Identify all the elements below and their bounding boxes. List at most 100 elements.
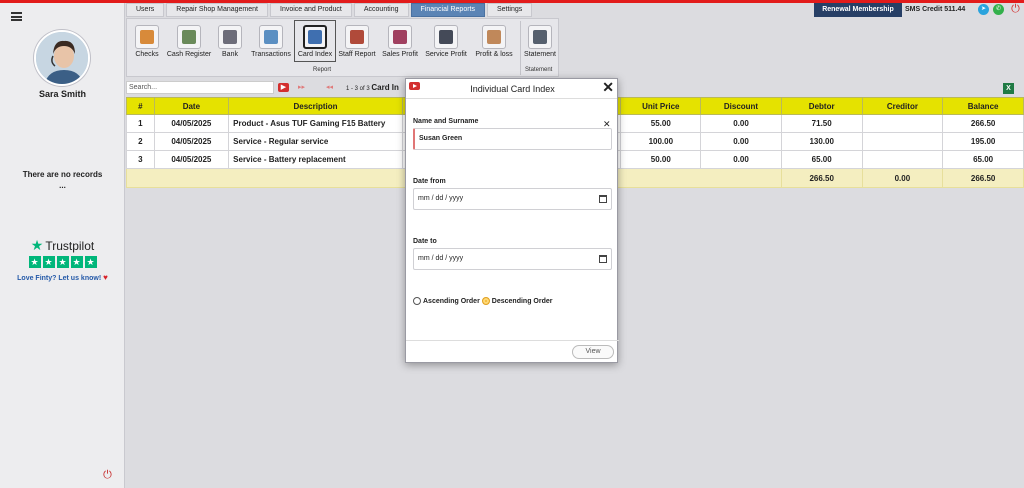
col-debtor[interactable]: Debtor xyxy=(780,97,863,115)
sidebar: Sara Smith There are no records ... ★ Tr… xyxy=(0,3,125,488)
service-profit-button[interactable]: Service Profit xyxy=(422,21,470,58)
tab-accounting[interactable]: Accounting xyxy=(353,3,409,17)
page-title: Card In xyxy=(371,83,399,92)
pagination-info: 1 - 3 of 3 Card In xyxy=(346,83,399,94)
bank-button[interactable]: Bank xyxy=(212,21,248,58)
star-icon: ★ xyxy=(84,256,97,268)
tab-financial-reports[interactable]: Financial Reports xyxy=(410,3,485,17)
card-index-button[interactable]: Card Index xyxy=(294,20,336,62)
cell-discount: 0.00 xyxy=(700,150,782,169)
dialog-footer-divider xyxy=(406,340,619,341)
star-icon: ★ xyxy=(70,256,83,268)
hamburger-menu-icon[interactable] xyxy=(11,12,22,21)
cell-balance: 195.00 xyxy=(942,132,1024,151)
date-from-field[interactable]: mm / dd / yyyy xyxy=(413,188,612,210)
cell-description: Service - Battery replacement xyxy=(228,150,403,169)
ascending-radio[interactable] xyxy=(413,297,421,305)
cell-date: 04/05/2025 xyxy=(153,150,230,169)
date-to-field[interactable]: mm / dd / yyyy xyxy=(413,248,612,270)
close-icon[interactable]: ✕ xyxy=(602,80,614,94)
star-icon: ★ xyxy=(28,256,41,268)
tab-users[interactable]: Users xyxy=(126,3,165,17)
whatsapp-icon[interactable]: ✆ xyxy=(993,4,1004,15)
calendar-icon[interactable] xyxy=(599,195,607,203)
descending-radio[interactable] xyxy=(481,297,490,305)
card-index-icon xyxy=(303,25,327,49)
telegram-icon[interactable]: ➤ xyxy=(978,4,989,15)
checks-button[interactable]: Checks xyxy=(127,21,167,58)
cell-debtor: 130.00 xyxy=(780,132,863,151)
date-to-label: Date to xyxy=(413,238,437,245)
cell-number: 2 xyxy=(126,132,155,151)
trustpilot-widget[interactable]: ★ Trustpilot ★ ★ ★ ★ ★ Love Finty? Let u… xyxy=(0,237,125,282)
profit-loss-button[interactable]: Profit & loss xyxy=(470,21,518,58)
cell-debtor: 71.50 xyxy=(780,114,863,133)
descending-label[interactable]: Descending Order xyxy=(492,298,553,305)
avatar[interactable] xyxy=(34,30,90,86)
col-discount[interactable]: Discount xyxy=(700,97,782,115)
logout-power-icon[interactable]: ⏻ xyxy=(101,469,114,482)
no-records-message: There are no records ... xyxy=(0,169,125,191)
dialog-header: Individual Card Index ✕ xyxy=(406,79,617,99)
tab-invoice-and-product[interactable]: Invoice and Product xyxy=(270,3,352,17)
last-page-icon[interactable]: ◂◂ xyxy=(324,83,335,92)
sort-order-group: Ascending Order Descending Order xyxy=(413,297,552,305)
total-debtor: 266.50 xyxy=(780,168,863,188)
feedback-link[interactable]: Love Finty? Let us know! ♥ xyxy=(0,273,125,282)
col-creditor[interactable]: Creditor xyxy=(861,97,944,115)
col-description[interactable]: Description xyxy=(228,97,403,115)
renewal-membership-button[interactable]: Renewal Membership xyxy=(814,3,902,17)
total-balance: 266.50 xyxy=(942,168,1024,188)
cell-description: Product - Asus TUF Gaming F15 Battery xyxy=(228,114,403,133)
star-icon: ★ xyxy=(56,256,69,268)
calendar-icon[interactable] xyxy=(599,255,607,263)
col-unit-price[interactable]: Unit Price xyxy=(620,97,702,115)
tab-repair-shop-management[interactable]: Repair Shop Management xyxy=(166,3,268,17)
next-page-icon[interactable]: ▸▸ xyxy=(296,83,307,92)
no-records-ellipsis: ... xyxy=(59,181,66,190)
date-from-label: Date from xyxy=(413,178,446,185)
staff-report-button[interactable]: Staff Report xyxy=(334,21,380,58)
report-group-label: Report xyxy=(313,67,332,73)
date-from-value: mm / dd / yyyy xyxy=(418,195,464,202)
bank-icon xyxy=(218,25,242,49)
cell-creditor xyxy=(861,132,944,151)
staff-report-icon xyxy=(345,25,369,49)
sales-profit-label: Sales Profit xyxy=(382,51,418,58)
video-help-icon[interactable]: ▶ xyxy=(278,83,289,92)
col-balance[interactable]: Balance xyxy=(942,97,1024,115)
cash-register-icon xyxy=(177,25,201,49)
statement-group-label: Statement xyxy=(525,67,553,73)
heart-icon: ♥ xyxy=(103,273,108,282)
rating-stars: ★ ★ ★ ★ ★ xyxy=(0,256,125,268)
ascending-label[interactable]: Ascending Order xyxy=(423,298,480,305)
search-input[interactable]: Search... xyxy=(126,81,274,94)
cell-debtor: 65.00 xyxy=(780,150,863,169)
cash-register-button[interactable]: Cash Register xyxy=(163,21,215,58)
total-creditor: 0.00 xyxy=(861,168,944,188)
profit-loss-icon xyxy=(482,25,506,49)
bank-label: Bank xyxy=(222,51,238,58)
star-icon: ★ xyxy=(42,256,55,268)
name-label: Name and Surname xyxy=(413,118,479,125)
service-profit-icon xyxy=(434,25,458,49)
cell-balance: 266.50 xyxy=(942,114,1024,133)
tab-settings[interactable]: Settings xyxy=(486,3,533,17)
cell-balance: 65.00 xyxy=(942,150,1024,169)
transactions-button[interactable]: Transactions xyxy=(246,21,296,58)
dialog-title: Individual Card Index xyxy=(470,84,555,94)
statement-button[interactable]: Statement xyxy=(520,21,560,58)
trustpilot-star-icon: ★ xyxy=(30,237,44,253)
view-button[interactable]: View xyxy=(572,345,614,359)
excel-export-icon[interactable]: X xyxy=(1003,83,1014,94)
cell-creditor xyxy=(861,150,944,169)
power-icon[interactable]: ⏻ xyxy=(1010,4,1021,15)
sales-profit-button[interactable]: Sales Profit xyxy=(379,21,421,58)
statement-label: Statement xyxy=(524,51,556,58)
col-date[interactable]: Date xyxy=(153,97,230,115)
trustpilot-text: Trustpilot xyxy=(45,238,95,253)
card-index-label: Card Index xyxy=(297,51,333,58)
col-number[interactable]: # xyxy=(126,97,155,115)
feedback-text: Love Finty? Let us know! xyxy=(17,275,102,282)
name-field[interactable]: Susan Green xyxy=(413,128,612,150)
